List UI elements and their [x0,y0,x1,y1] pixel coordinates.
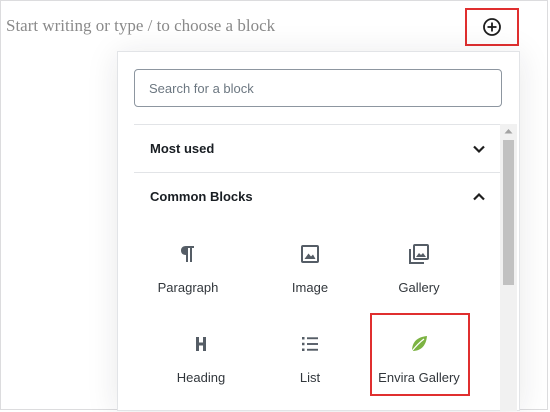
add-block-button[interactable] [465,8,519,46]
block-envira-gallery[interactable]: Envira Gallery [369,322,469,398]
editor-placeholder[interactable]: Start writing or type / to choose a bloc… [6,16,275,36]
gallery-icon [407,242,431,266]
block-label-envira-gallery: Envira Gallery [378,370,460,385]
list-icon [298,332,322,356]
block-heading[interactable]: Heading [151,322,251,398]
block-search-input[interactable] [134,69,502,107]
scrollbar-thumb[interactable] [503,140,514,285]
panel-common-blocks[interactable]: Common Blocks [134,172,502,220]
block-gallery[interactable]: Gallery [369,232,469,308]
chevron-up-icon [472,192,486,202]
block-label-paragraph: Paragraph [157,280,219,295]
leaf-icon [407,332,431,356]
chevron-down-icon [472,144,486,154]
section-title-most-used: Most used [150,141,215,156]
paragraph-icon [176,242,200,266]
heading-icon [189,332,213,356]
section-title-common-blocks: Common Blocks [150,189,253,204]
block-list[interactable]: List [260,322,360,398]
block-label-list: List [299,370,321,385]
block-inserter-panel: Most used Common Blocks Paragrap [117,51,520,411]
block-label-heading: Heading [176,370,226,385]
block-label-gallery: Gallery [398,280,440,295]
block-paragraph[interactable]: Paragraph [138,232,238,308]
block-list: Most used Common Blocks Paragraph Image … [118,124,519,410]
panel-most-used[interactable]: Most used [134,124,502,172]
scroll-up-arrow-icon[interactable] [503,126,514,136]
plus-circle-icon [482,17,502,37]
block-label-image: Image [291,280,329,295]
block-image[interactable]: Image [260,232,360,308]
image-icon [298,242,322,266]
